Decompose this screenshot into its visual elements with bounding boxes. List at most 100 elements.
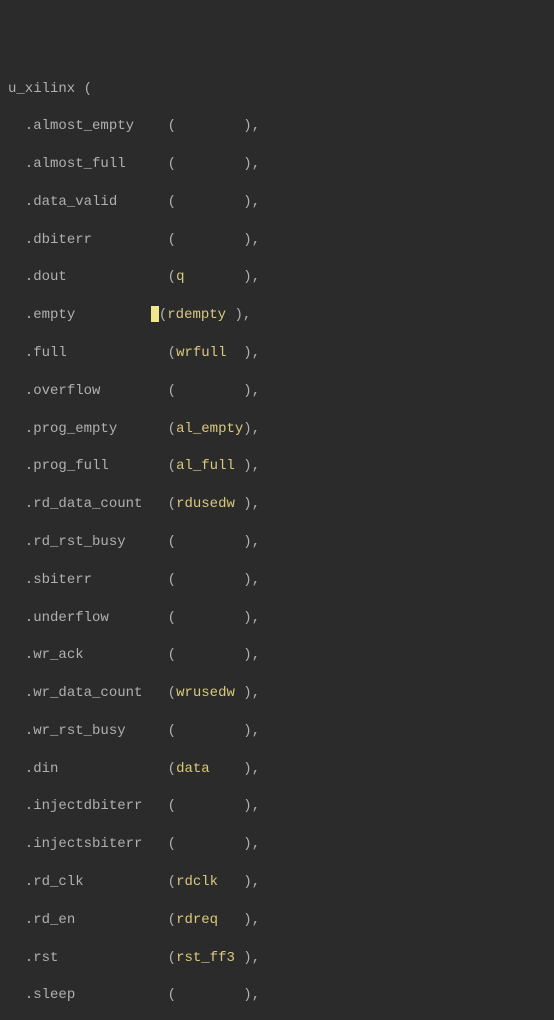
comma: ,: [252, 534, 260, 550]
port-dot: .: [8, 534, 33, 550]
port-name: rst: [33, 950, 58, 966]
close-paren: ): [243, 572, 251, 588]
port-name: full: [33, 345, 67, 361]
port-line: .dout (q ),: [8, 268, 546, 287]
port-name: sbiterr: [33, 572, 92, 588]
port-line: .rst (rst_ff3 ),: [8, 949, 546, 968]
signal-name: al_empty: [176, 421, 243, 437]
port-line: .injectsbiterr ( ),: [8, 835, 546, 854]
port-name: prog_empty: [33, 421, 117, 437]
open-paren: (: [168, 118, 176, 134]
comma: ,: [252, 118, 260, 134]
close-paren: ): [243, 647, 251, 663]
port-line: .rd_rst_busy ( ),: [8, 533, 546, 552]
port-dot: .: [8, 269, 33, 285]
close-paren: ): [243, 610, 251, 626]
port-line: .wr_data_count (wrusedw ),: [8, 684, 546, 703]
port-dot: .: [8, 685, 33, 701]
port-line: .overflow ( ),: [8, 382, 546, 401]
comma: ,: [252, 836, 260, 852]
open-paren: (: [168, 345, 176, 361]
close-paren: ): [243, 761, 251, 777]
close-paren: ): [243, 798, 251, 814]
open-paren: (: [159, 307, 167, 323]
open-paren: (: [168, 761, 176, 777]
close-paren: ): [243, 723, 251, 739]
port-line: .din (data ),: [8, 760, 546, 779]
open-paren: (: [168, 156, 176, 172]
port-dot: .: [8, 383, 33, 399]
port-dot: .: [8, 232, 33, 248]
open-paren: (: [168, 685, 176, 701]
comma: ,: [252, 458, 260, 474]
close-paren: ): [243, 685, 251, 701]
port-name: injectdbiterr: [33, 798, 142, 814]
port-dot: .: [8, 912, 33, 928]
open-paren: (: [168, 912, 176, 928]
port-name: wr_data_count: [33, 685, 142, 701]
close-paren: ): [234, 307, 242, 323]
open-paren: (: [168, 458, 176, 474]
port-line: .sleep ( ),: [8, 986, 546, 1005]
comma: ,: [252, 798, 260, 814]
signal-name: rdempty: [167, 307, 226, 323]
signal-name: wrfull: [176, 345, 226, 361]
open-paren: (: [168, 987, 176, 1003]
port-name: overflow: [33, 383, 100, 399]
close-paren: ): [243, 534, 251, 550]
comma: ,: [252, 685, 260, 701]
comma: ,: [252, 723, 260, 739]
comma: ,: [252, 232, 260, 248]
signal-name: data: [176, 761, 210, 777]
close-paren: ): [243, 874, 251, 890]
port-name: wr_rst_busy: [33, 723, 125, 739]
signal-name: al_full: [176, 458, 235, 474]
port-dot: .: [8, 118, 33, 134]
port-line: .rd_en (rdreq ),: [8, 911, 546, 930]
open-paren: (: [168, 610, 176, 626]
comma: ,: [252, 194, 260, 210]
comma: ,: [252, 761, 260, 777]
port-line: .prog_full (al_full ),: [8, 457, 546, 476]
open-paren: (: [168, 723, 176, 739]
port-name: empty: [33, 307, 75, 323]
close-paren: ): [243, 383, 251, 399]
port-line: .injectdbiterr ( ),: [8, 797, 546, 816]
port-line: .almost_full ( ),: [8, 155, 546, 174]
port-dot: .: [8, 761, 33, 777]
comma: ,: [252, 912, 260, 928]
comma: ,: [252, 156, 260, 172]
close-paren: ): [243, 345, 251, 361]
port-line: .wr_ack ( ),: [8, 646, 546, 665]
port-name: dout: [33, 269, 67, 285]
instance-name: u_xilinx: [8, 81, 75, 97]
port-name: rd_en: [33, 912, 75, 928]
port-dot: .: [8, 950, 33, 966]
signal-name: rdclk: [176, 874, 218, 890]
port-dot: .: [8, 458, 33, 474]
port-dot: .: [8, 647, 33, 663]
close-paren: ): [243, 836, 251, 852]
port-dot: .: [8, 156, 33, 172]
port-name: din: [33, 761, 58, 777]
port-line: .dbiterr ( ),: [8, 231, 546, 250]
port-name: underflow: [33, 610, 109, 626]
port-name: data_valid: [33, 194, 117, 210]
port-name: injectsbiterr: [33, 836, 142, 852]
port-line: .underflow ( ),: [8, 609, 546, 628]
open-paren: (: [168, 269, 176, 285]
port-dot: .: [8, 610, 33, 626]
comma: ,: [252, 874, 260, 890]
port-name: almost_full: [33, 156, 125, 172]
open-paren: (: [168, 647, 176, 663]
close-paren: ): [243, 987, 251, 1003]
port-line: .rd_data_count (rdusedw ),: [8, 495, 546, 514]
port-dot: .: [8, 421, 33, 437]
comma: ,: [252, 345, 260, 361]
open-paren: (: [168, 950, 176, 966]
comma: ,: [252, 987, 260, 1003]
port-line: .rd_clk (rdclk ),: [8, 873, 546, 892]
code-editor[interactable]: u_xilinx ( .almost_empty ( ), .almost_fu…: [8, 80, 546, 1020]
open-paren: (: [168, 232, 176, 248]
comma: ,: [252, 647, 260, 663]
